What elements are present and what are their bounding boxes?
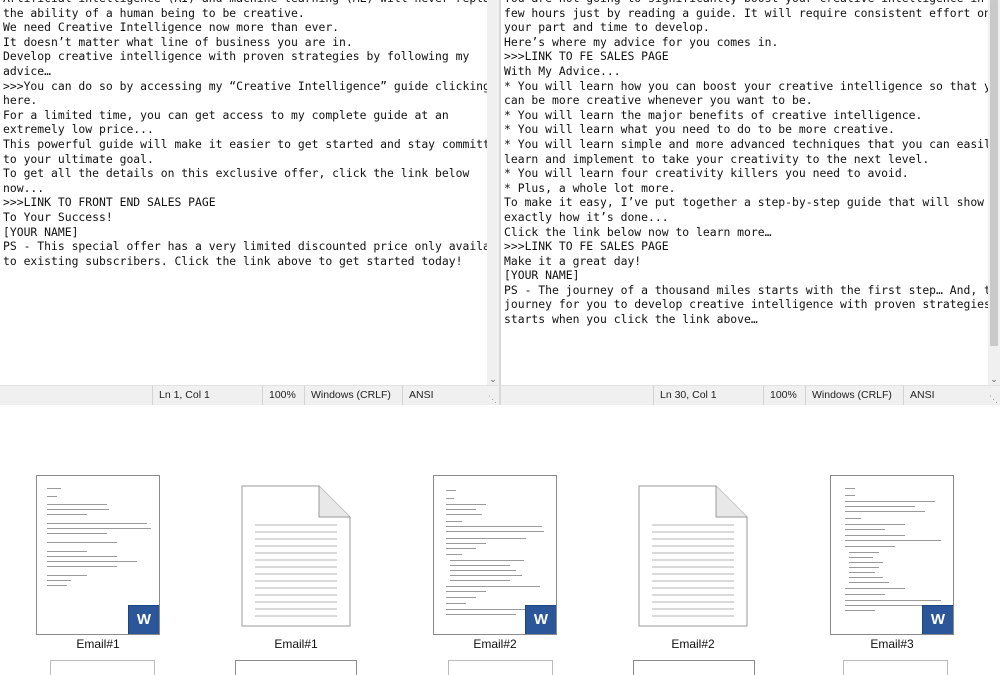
editor-lines-left: Artificial intelligence (AI) and machine… (3, 0, 487, 268)
file-name: Email#2 (671, 637, 715, 651)
encoding: ANSI (903, 386, 1000, 405)
text-line: To make it easy, I’ve put together a ste… (504, 195, 988, 210)
text-line: the ability of a human being to be creat… (3, 5, 305, 20)
text-line: [YOUR NAME] (3, 224, 79, 239)
text-file-icon (638, 485, 748, 627)
text-line: Make it a great day! (504, 253, 642, 268)
text-line: For a limited time, you can get access t… (3, 107, 449, 122)
status-bar-left: Ln 1, Col 1 100% Windows (CRLF) ANSI ⋱ (0, 385, 499, 405)
notepad-window-left: Artificial intelligence (AI) and machine… (0, 0, 499, 405)
vertical-scrollbar-left[interactable]: ⌄ (487, 0, 499, 386)
text-line: We need Creative Intelligence now more t… (3, 20, 340, 35)
text-line: * Plus, a whole lot more. (504, 180, 676, 195)
text-line: PS - The journey of a thousand miles sta… (504, 282, 988, 297)
file-name: Email#2 (473, 637, 517, 651)
word-doc-icon: W (525, 605, 556, 634)
file-name: Email#1 (274, 637, 318, 651)
text-line: * You will learn simple and more advance… (504, 136, 988, 151)
word-doc-icon: W (128, 605, 159, 634)
file-name: Email#3 (870, 637, 914, 651)
line-ending: Windows (CRLF) (805, 386, 903, 405)
text-line: >>>LINK TO FE SALES PAGE (504, 239, 669, 254)
resize-grip-icon[interactable]: ⋱ (989, 394, 999, 404)
word-doc-thumbnail: W (433, 475, 557, 635)
text-line: * You will learn four creativity killers… (504, 166, 909, 181)
text-line: can be more creative whenever you want t… (504, 93, 813, 108)
text-line: This powerful guide will make it easier … (3, 136, 487, 151)
file-item[interactable]: W Email#1 (18, 405, 182, 665)
text-line: With My Advice... (504, 63, 621, 78)
word-doc-thumbnail: W (830, 475, 954, 635)
text-line: your part and time to develop. (504, 20, 710, 35)
file-item-peek[interactable] (633, 660, 755, 675)
zoom-level: 100% (262, 386, 304, 405)
text-line: exactly how it’s done... (504, 209, 669, 224)
text-line: starts when you click the link above… (504, 312, 758, 327)
text-line: * You will learn the major benefits of c… (504, 107, 923, 122)
file-item-peek[interactable] (843, 660, 948, 675)
cursor-position: Ln 30, Col 1 (653, 386, 763, 405)
file-item[interactable]: W Email#2 (415, 405, 579, 665)
file-item[interactable]: Email#1 (216, 405, 380, 665)
file-item-peek[interactable] (448, 660, 553, 675)
word-doc-icon: W (922, 605, 953, 634)
text-line: learn and implement to take your creativ… (504, 151, 930, 166)
text-line: You are not going to significantly boost… (504, 0, 988, 6)
text-line: Here’s where my advice for you comes in. (504, 34, 779, 49)
file-name: Email#1 (76, 637, 120, 651)
cursor-position: Ln 1, Col 1 (152, 386, 262, 405)
file-item[interactable]: Email#2 (613, 405, 777, 665)
text-file-icon (241, 485, 351, 627)
text-line: * You will learn what you need to do to … (504, 122, 895, 137)
text-line: journey for you to develop creative inte… (504, 297, 988, 312)
text-line: extremely low price... (3, 122, 154, 137)
scrollbar-thumb[interactable] (990, 0, 998, 346)
text-line: >>>LINK TO FRONT END SALES PAGE (3, 195, 216, 210)
line-ending: Windows (CRLF) (304, 386, 402, 405)
notepad-window-right: You are not going to significantly boost… (501, 0, 1000, 405)
text-line: It doesn’t matter what line of business … (3, 34, 353, 49)
resize-grip-icon[interactable]: ⋱ (488, 394, 498, 404)
text-line: advice… (3, 63, 52, 78)
editor-lines-right: You are not going to significantly boost… (504, 0, 988, 327)
file-item-peek[interactable] (235, 660, 357, 675)
text-line: To get all the details on this exclusive… (3, 166, 470, 181)
status-bar-right: Ln 30, Col 1 100% Windows (CRLF) ANSI ⋱ (501, 385, 1000, 405)
text-line: >>>You can do so by accessing my “Creati… (3, 78, 487, 93)
zoom-level: 100% (763, 386, 805, 405)
text-line: to existing subscribers. Click the link … (3, 253, 463, 268)
encoding: ANSI (402, 386, 499, 405)
file-explorer-grid: W Email#1 Email#1 W Email#2 Email#2 W Em… (0, 405, 1000, 675)
text-line: PS - This special offer has a very limit… (3, 239, 487, 254)
text-line: Artificial intelligence (AI) and machine… (3, 0, 487, 6)
text-line: now... (3, 180, 45, 195)
text-editor-left[interactable]: Artificial intelligence (AI) and machine… (0, 0, 487, 386)
file-item-peek[interactable] (50, 660, 155, 675)
text-line: Click the link below now to learn more… (504, 224, 772, 239)
text-line: few hours just by reading a guide. It wi… (504, 5, 988, 20)
text-line: [YOUR NAME] (504, 268, 580, 283)
text-line: to your ultimate goal. (3, 151, 154, 166)
vertical-scrollbar-right[interactable]: ⌄ (988, 0, 1000, 386)
text-line: To Your Success! (3, 209, 113, 224)
word-doc-thumbnail: W (36, 475, 160, 635)
text-editor-right[interactable]: You are not going to significantly boost… (501, 0, 988, 386)
text-line: >>>LINK TO FE SALES PAGE (504, 49, 669, 64)
text-line: Develop creative intelligence with prove… (3, 49, 470, 64)
text-line: here. (3, 93, 38, 108)
text-line: * You will learn how you can boost your … (504, 78, 988, 93)
file-item[interactable]: W Email#3 (812, 405, 976, 665)
